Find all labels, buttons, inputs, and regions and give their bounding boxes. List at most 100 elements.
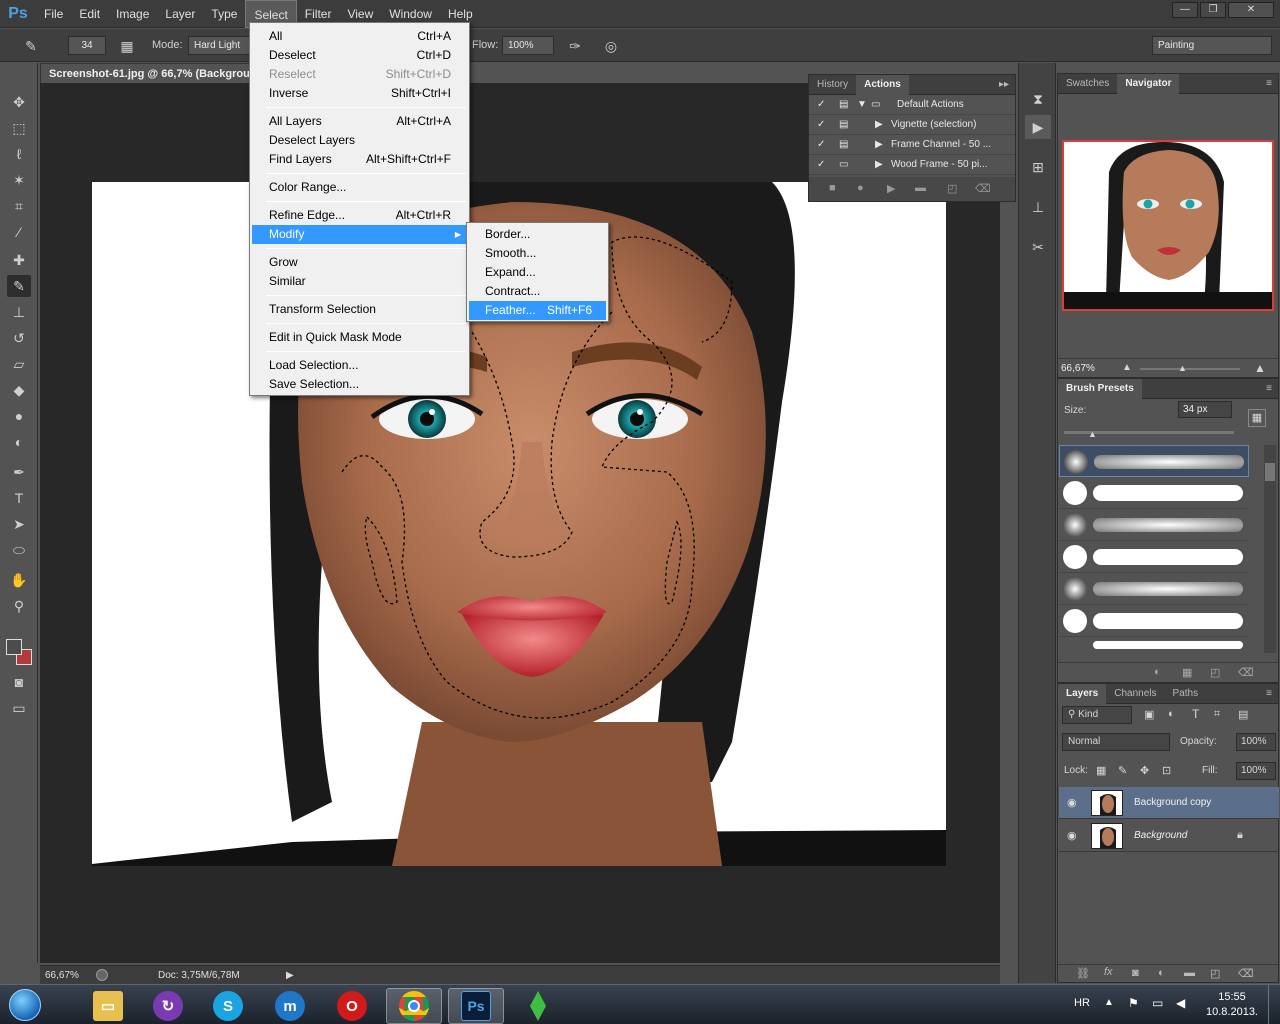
hand-tool-icon[interactable]: ✋ <box>7 569 31 591</box>
menu-item-save-selection[interactable]: Save Selection... <box>252 375 467 394</box>
shape-tool-icon[interactable]: ⬭ <box>7 539 31 561</box>
new-brush-icon[interactable]: ◰ <box>1210 666 1220 679</box>
navigator-zoom-slider[interactable] <box>1140 368 1240 370</box>
menu-item-transform-selection[interactable]: Transform Selection <box>252 300 467 319</box>
document-tab[interactable]: Screenshot-61.jpg @ 66,7% (Background <box>40 63 250 83</box>
list-item[interactable] <box>1059 477 1249 509</box>
new-group-icon[interactable]: ▬ <box>1184 967 1195 979</box>
layer-style-icon[interactable]: fx <box>1104 966 1113 978</box>
list-item[interactable]: ✓ ▤ ▼ ▭ Default Actions <box>809 95 1015 115</box>
zoom-tool-icon[interactable]: ⚲ <box>7 595 31 617</box>
lock-all-icon[interactable]: ⊡ <box>1162 764 1171 777</box>
marquee-tool-icon[interactable]: ⬚ <box>7 117 31 139</box>
layer-row[interactable]: ◉ Background 🔒︎ <box>1059 820 1279 852</box>
zoom-in-icon[interactable]: ▲ <box>1254 361 1266 375</box>
layer-filter-kind[interactable]: ⚲ Kind <box>1062 706 1132 724</box>
tab-actions[interactable]: Actions <box>856 74 909 95</box>
menu-item-reselect[interactable]: Reselect Shift+Ctrl+D <box>252 65 467 84</box>
photoshop-taskbar-button[interactable]: Ps <box>448 988 504 1024</box>
menu-item-refine-edge[interactable]: Refine Edge... Alt+Ctrl+R <box>252 206 467 225</box>
network-icon[interactable]: ▭ <box>1152 996 1163 1010</box>
menu-edit[interactable]: Edit <box>71 0 108 28</box>
action-center-flag-icon[interactable]: ⚑ <box>1128 996 1139 1010</box>
blur-tool-icon[interactable]: ● <box>7 405 31 427</box>
list-item[interactable] <box>1059 573 1249 605</box>
toggle-brush-panel-icon[interactable]: ▦ <box>1248 409 1266 427</box>
list-item[interactable] <box>1059 605 1249 637</box>
menu-image[interactable]: Image <box>108 0 157 28</box>
lock-position-icon[interactable]: ✥ <box>1140 764 1149 777</box>
skype-taskbar-button[interactable]: S <box>200 988 256 1024</box>
list-item[interactable] <box>1059 541 1249 573</box>
clone-source-icon[interactable]: ⊥ <box>1025 195 1051 219</box>
scrollbar-thumb[interactable] <box>1265 463 1275 481</box>
submenu-item-contract[interactable]: Contract... <box>469 282 606 301</box>
menu-item-load-selection[interactable]: Load Selection... <box>252 356 467 375</box>
slider-thumb-icon[interactable]: ▲ <box>1178 363 1187 373</box>
lock-transparent-icon[interactable]: ▦ <box>1096 764 1106 777</box>
menu-file[interactable]: File <box>36 0 71 28</box>
volume-icon[interactable]: ◀ <box>1176 996 1185 1010</box>
tab-channels[interactable]: Channels <box>1106 684 1164 704</box>
menu-item-deselect[interactable]: Deselect Ctrl+D <box>252 46 467 65</box>
tab-swatches[interactable]: Swatches <box>1058 74 1117 94</box>
lock-icon[interactable]: 🔒︎ <box>1237 829 1243 842</box>
brush-tool-icon[interactable]: ✎ <box>7 275 31 297</box>
navigator-preview[interactable] <box>1062 140 1274 311</box>
submenu-item-smooth[interactable]: Smooth... <box>469 244 606 263</box>
clock[interactable]: 15:55 10.8.2013. <box>1200 990 1264 1020</box>
clone-stamp-tool-icon[interactable]: ⊥ <box>7 301 31 323</box>
list-item[interactable] <box>1059 637 1249 653</box>
language-indicator[interactable]: HR <box>1074 997 1090 1009</box>
trash-icon[interactable]: ⌫ <box>1238 666 1254 679</box>
panel-menu-icon[interactable]: ≡ <box>1266 74 1272 94</box>
chrome-taskbar-button[interactable] <box>386 988 442 1024</box>
screen-mode-icon[interactable]: ▭ <box>7 697 31 719</box>
new-layer-icon[interactable]: ◰ <box>1210 967 1220 980</box>
tablet-pressure-icon[interactable]: ◎ <box>600 35 622 57</box>
pen-tool-icon[interactable]: ✒ <box>7 461 31 483</box>
brush-size-picker[interactable]: 34 <box>68 36 106 55</box>
sims-taskbar-button[interactable] <box>510 988 566 1024</box>
healing-brush-tool-icon[interactable]: ✚ <box>7 249 31 271</box>
start-button[interactable] <box>4 987 46 1023</box>
opera-taskbar-button[interactable]: O <box>324 988 380 1024</box>
slider-thumb-icon[interactable]: ▲ <box>1088 429 1097 439</box>
show-hidden-icons-icon[interactable]: ▲ <box>1104 997 1114 1008</box>
submenu-item-feather[interactable]: Feather... Shift+F6 <box>469 301 606 320</box>
menu-item-deselect-layers[interactable]: Deselect Layers <box>252 131 467 150</box>
new-action-icon[interactable]: ◰ <box>947 182 957 195</box>
explorer-taskbar-button[interactable]: ▭ <box>80 988 136 1024</box>
tab-navigator[interactable]: Navigator <box>1117 73 1180 94</box>
opacity-input[interactable]: 100% <box>1236 733 1276 751</box>
filter-smart-object-icon[interactable]: ▤ <box>1238 708 1248 721</box>
status-zoom[interactable]: 66,67% <box>45 966 79 985</box>
menu-item-find-layers[interactable]: Find Layers Alt+Shift+Ctrl+F <box>252 150 467 169</box>
crop-tool-icon[interactable]: ⌗ <box>7 195 31 217</box>
layer-name[interactable]: Background <box>1134 830 1187 841</box>
workspace-switcher[interactable]: Painting <box>1152 36 1272 55</box>
path-selection-tool-icon[interactable]: ➤ <box>7 513 31 535</box>
close-button[interactable]: ✕ <box>1228 2 1274 18</box>
adjustment-layer-icon[interactable]: ◐ <box>1158 967 1165 979</box>
link-layers-icon[interactable]: ⛓ <box>1076 967 1090 980</box>
minimize-button[interactable]: — <box>1172 2 1198 18</box>
eyedropper-tool-icon[interactable]: ⁄ <box>7 221 31 243</box>
list-item[interactable] <box>1059 509 1249 541</box>
new-set-icon[interactable]: ▬ <box>915 182 926 194</box>
brush-panel-toggle-icon[interactable]: ▦ <box>116 35 138 57</box>
adjustments-icon[interactable]: ⊞ <box>1025 155 1051 179</box>
brush-list-scrollbar[interactable] <box>1264 445 1276 653</box>
panel-menu-icon[interactable]: ≡ <box>1266 684 1272 704</box>
filter-type-icon[interactable]: T <box>1192 707 1199 721</box>
visibility-eye-icon[interactable]: ◉ <box>1067 829 1077 842</box>
lock-pixels-icon[interactable]: ✎ <box>1118 764 1127 777</box>
foreground-color-swatch[interactable] <box>6 639 22 655</box>
play-icon[interactable]: ▶ <box>887 182 895 195</box>
panel-menu-icon[interactable]: ≡ <box>1266 379 1272 399</box>
airbrush-icon[interactable]: ✑ <box>564 35 586 57</box>
menu-item-modify[interactable]: Modify ▶ <box>252 225 467 244</box>
layer-name[interactable]: Background copy <box>1134 797 1211 808</box>
filter-shape-icon[interactable]: ⌗ <box>1214 708 1220 721</box>
bittorrent-taskbar-button[interactable]: ↻ <box>140 988 196 1024</box>
